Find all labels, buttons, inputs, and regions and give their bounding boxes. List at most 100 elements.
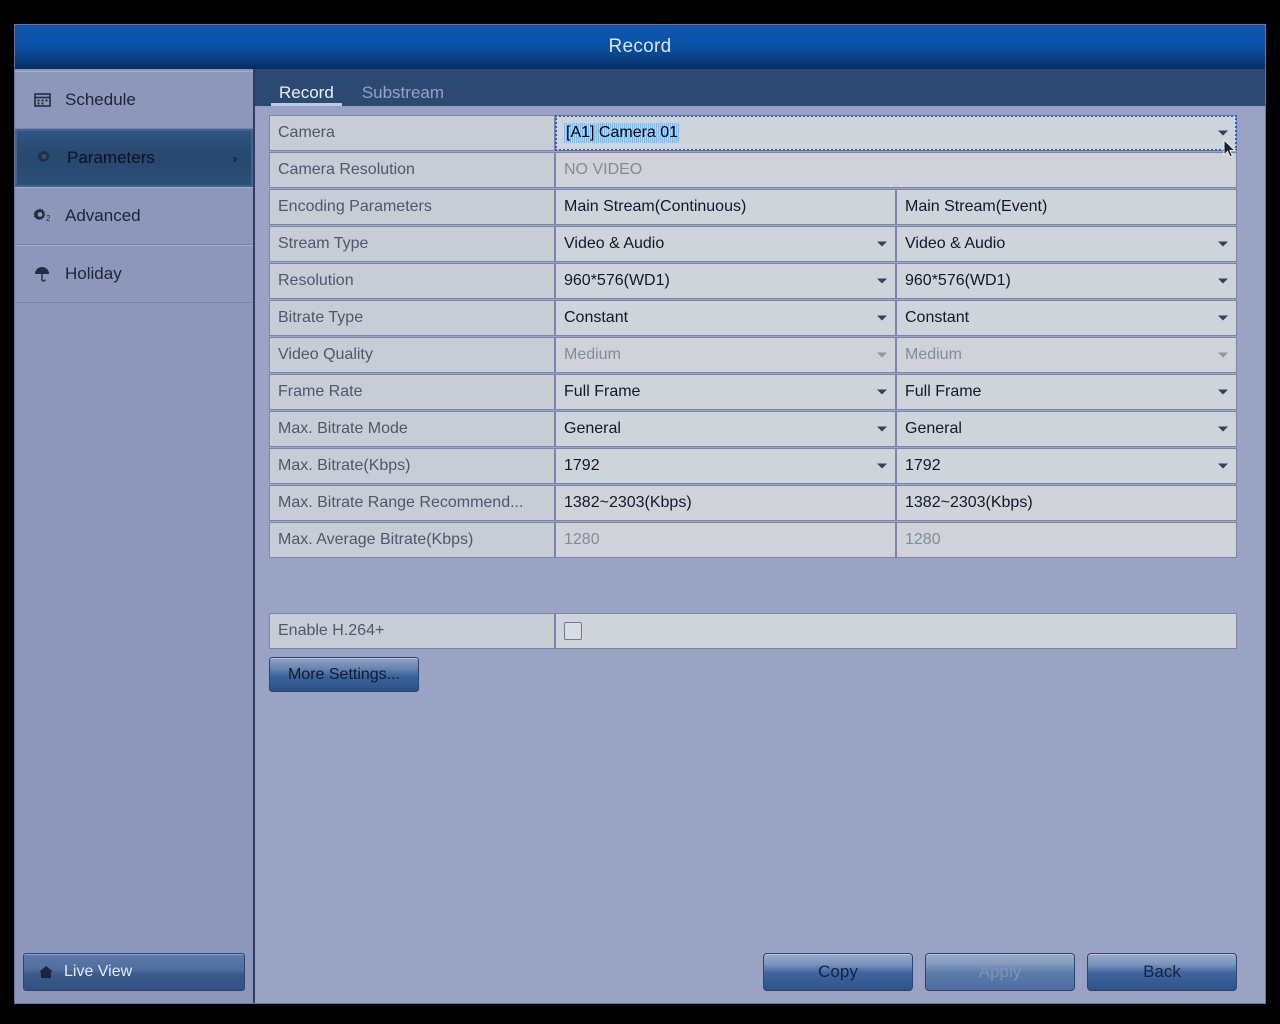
max-bitrate-range-event-value: 1382~2303(Kbps) bbox=[896, 485, 1237, 521]
resolution-label: Resolution bbox=[269, 263, 555, 299]
sidebar-item-label: Advanced bbox=[65, 206, 141, 225]
max-bitrate-label: Max. Bitrate(Kbps) bbox=[269, 448, 555, 484]
value-text: Main Stream(Event) bbox=[905, 198, 1048, 215]
chevron-down-icon bbox=[1218, 352, 1228, 358]
max-average-bitrate-continuous-value: 1280 bbox=[555, 522, 896, 558]
chevron-down-icon bbox=[1218, 241, 1228, 247]
chevron-down-icon bbox=[877, 463, 887, 469]
label-text: Enable H.264+ bbox=[278, 622, 385, 639]
video-quality-event-select: Medium bbox=[896, 337, 1237, 373]
value-text: 1382~2303(Kbps) bbox=[564, 494, 692, 511]
row-max-bitrate: Max. Bitrate(Kbps) 1792 1792 bbox=[269, 448, 1237, 484]
copy-button[interactable]: Copy bbox=[763, 953, 913, 991]
chevron-down-icon bbox=[1218, 278, 1228, 284]
label-text: Max. Bitrate Range Recommend... bbox=[278, 494, 524, 511]
label-text: Stream Type bbox=[278, 235, 369, 252]
content-area: Record Substream Camera [A1] Camera 01 C… bbox=[255, 69, 1265, 1003]
row-frame-rate: Frame Rate Full Frame Full Frame bbox=[269, 374, 1237, 410]
value-text: 1792 bbox=[905, 457, 941, 474]
sidebar: Schedule Parameters › 2 Advanced Holiday… bbox=[15, 69, 255, 1003]
row-video-quality: Video Quality Medium Medium bbox=[269, 337, 1237, 373]
row-max-bitrate-mode: Max. Bitrate Mode General General bbox=[269, 411, 1237, 447]
max-average-bitrate-label: Max. Average Bitrate(Kbps) bbox=[269, 522, 555, 558]
camera-selected-value: [A1] Camera 01 bbox=[564, 123, 681, 143]
enable-h264plus-checkbox[interactable] bbox=[564, 622, 582, 640]
tab-bar: Record Substream bbox=[255, 69, 1265, 107]
label-text: Resolution bbox=[278, 272, 354, 289]
max-bitrate-range-continuous-value: 1382~2303(Kbps) bbox=[555, 485, 896, 521]
column-header-continuous: Main Stream(Continuous) bbox=[555, 189, 896, 225]
enable-h264plus-cell[interactable] bbox=[555, 613, 1237, 649]
max-average-bitrate-event-value: 1280 bbox=[896, 522, 1237, 558]
sidebar-item-advanced[interactable]: 2 Advanced bbox=[15, 187, 253, 245]
sidebar-footer: Live View bbox=[15, 945, 253, 1003]
max-bitrate-event-select[interactable]: 1792 bbox=[896, 448, 1237, 484]
sidebar-item-label: Holiday bbox=[65, 264, 122, 283]
camera-select[interactable]: [A1] Camera 01 bbox=[555, 115, 1237, 151]
chevron-down-icon bbox=[1218, 389, 1228, 395]
label-text: Max. Bitrate(Kbps) bbox=[278, 457, 411, 474]
tab-record[interactable]: Record bbox=[265, 84, 348, 106]
svg-text:2: 2 bbox=[46, 214, 51, 223]
calendar-icon bbox=[29, 89, 55, 111]
sidebar-item-schedule[interactable]: Schedule bbox=[15, 71, 253, 129]
value-text: Medium bbox=[564, 346, 621, 363]
max-bitrate-range-label: Max. Bitrate Range Recommend... bbox=[269, 485, 555, 521]
label-text: Frame Rate bbox=[278, 383, 363, 400]
value-text: 960*576(WD1) bbox=[564, 272, 670, 289]
sidebar-item-parameters[interactable]: Parameters › bbox=[15, 129, 253, 187]
stream-type-event-select[interactable]: Video & Audio bbox=[896, 226, 1237, 262]
apply-label: Apply bbox=[978, 962, 1022, 981]
umbrella-icon bbox=[29, 263, 55, 285]
frame-rate-event-select[interactable]: Full Frame bbox=[896, 374, 1237, 410]
row-encoding-parameters: Encoding Parameters Main Stream(Continuo… bbox=[269, 189, 1237, 225]
frame-rate-continuous-select[interactable]: Full Frame bbox=[555, 374, 896, 410]
value-text: General bbox=[905, 420, 962, 437]
bitrate-type-continuous-select[interactable]: Constant bbox=[555, 300, 896, 336]
camera-resolution-value: NO VIDEO bbox=[555, 152, 1237, 188]
resolution-event-select[interactable]: 960*576(WD1) bbox=[896, 263, 1237, 299]
max-bitrate-continuous-select[interactable]: 1792 bbox=[555, 448, 896, 484]
record-window: Record Schedule Parameters › 2 Advanced … bbox=[14, 24, 1266, 1004]
video-quality-continuous-select: Medium bbox=[555, 337, 896, 373]
max-bitrate-mode-event-select[interactable]: General bbox=[896, 411, 1237, 447]
window-body: Schedule Parameters › 2 Advanced Holiday… bbox=[15, 69, 1265, 1003]
stream-type-continuous-select[interactable]: Video & Audio bbox=[555, 226, 896, 262]
page-title: Record bbox=[608, 35, 672, 57]
tab-substream[interactable]: Substream bbox=[348, 84, 458, 106]
back-button[interactable]: Back bbox=[1087, 953, 1237, 991]
value-text: 1792 bbox=[564, 457, 600, 474]
label-text: Video Quality bbox=[278, 346, 373, 363]
live-view-button[interactable]: Live View bbox=[23, 953, 245, 991]
resolution-continuous-select[interactable]: 960*576(WD1) bbox=[555, 263, 896, 299]
apply-button[interactable]: Apply bbox=[925, 953, 1075, 991]
chevron-down-icon bbox=[877, 426, 887, 432]
window-title-bar: Record bbox=[15, 25, 1265, 69]
chevron-down-icon bbox=[1218, 463, 1228, 469]
value-text: NO VIDEO bbox=[564, 161, 643, 178]
camera-label: Camera bbox=[269, 115, 555, 151]
bitrate-type-label: Bitrate Type bbox=[269, 300, 555, 336]
chevron-down-icon bbox=[1218, 130, 1228, 136]
bitrate-type-event-select[interactable]: Constant bbox=[896, 300, 1237, 336]
sidebar-item-label: Schedule bbox=[65, 90, 136, 109]
value-text: Constant bbox=[905, 309, 970, 326]
sidebar-item-holiday[interactable]: Holiday bbox=[15, 245, 253, 303]
value-text: 1280 bbox=[564, 531, 600, 548]
more-settings-button[interactable]: More Settings... bbox=[269, 657, 419, 692]
tab-label: Record bbox=[279, 83, 334, 102]
more-settings-label: More Settings... bbox=[287, 665, 401, 683]
label-text: Bitrate Type bbox=[278, 309, 364, 326]
label-text: Max. Bitrate Mode bbox=[278, 420, 408, 437]
max-bitrate-mode-continuous-select[interactable]: General bbox=[555, 411, 896, 447]
enable-h264plus-label: Enable H.264+ bbox=[269, 613, 555, 649]
stream-type-label: Stream Type bbox=[269, 226, 555, 262]
row-max-average-bitrate: Max. Average Bitrate(Kbps) 1280 1280 bbox=[269, 522, 1237, 558]
max-bitrate-mode-label: Max. Bitrate Mode bbox=[269, 411, 555, 447]
row-camera-resolution: Camera Resolution NO VIDEO bbox=[269, 152, 1237, 188]
video-quality-label: Video Quality bbox=[269, 337, 555, 373]
chevron-down-icon bbox=[877, 241, 887, 247]
encoding-parameters-label: Encoding Parameters bbox=[269, 189, 555, 225]
